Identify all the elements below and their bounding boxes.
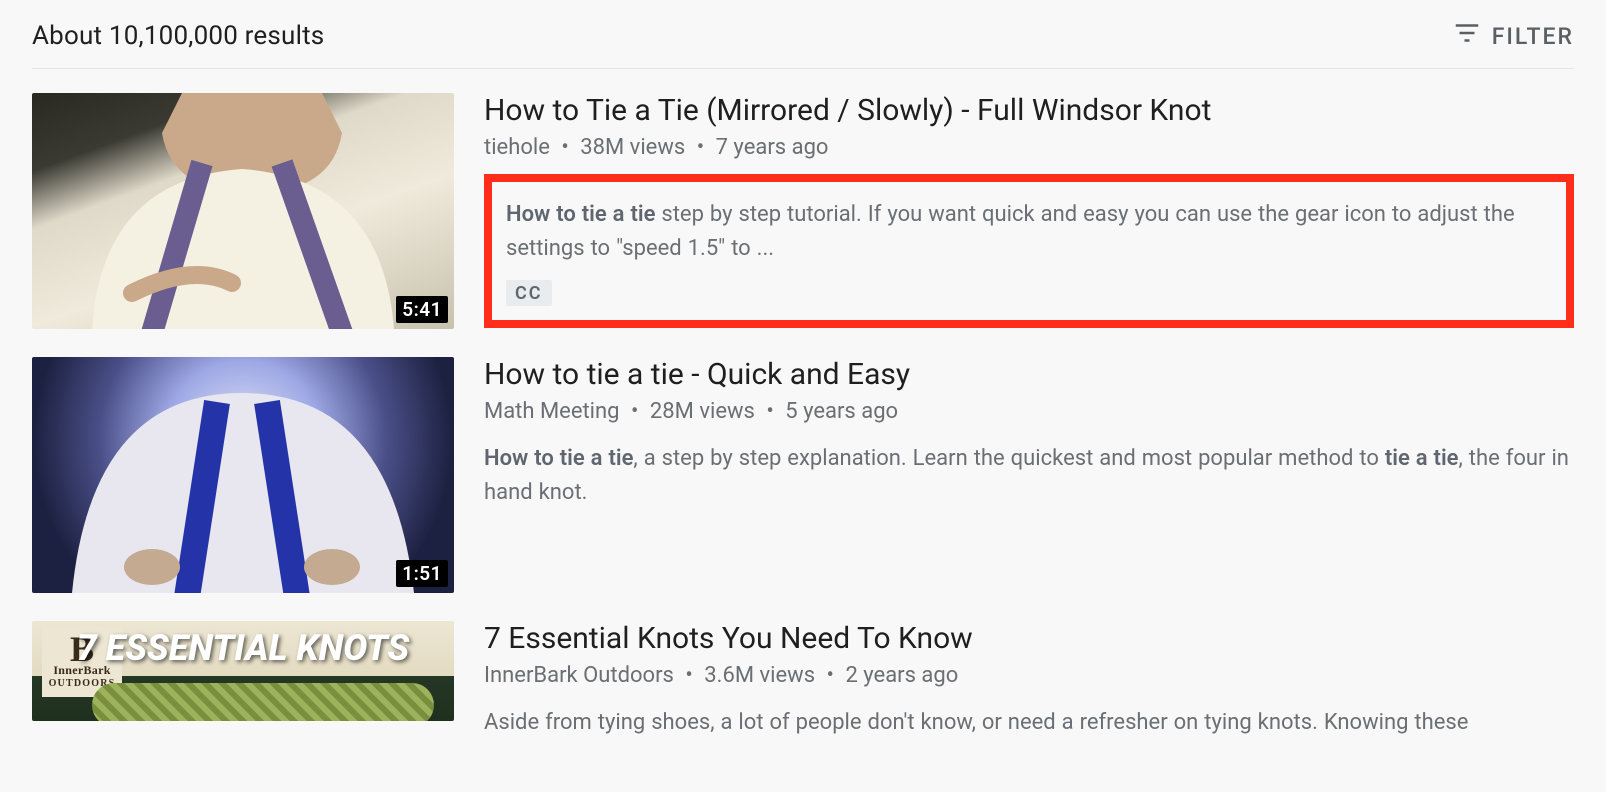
upload-age: 7 years ago [716, 135, 829, 160]
highlighted-annotation: How to tie a tie step by step tutorial. … [484, 174, 1574, 328]
view-count: 38M views [580, 135, 685, 160]
video-byline: InnerBark Outdoors • 3.6M views • 2 year… [484, 663, 1574, 688]
separator-dot: • [691, 135, 710, 160]
video-thumbnail[interactable]: 1:51 [32, 357, 454, 593]
view-count: 28M views [650, 399, 755, 424]
search-result-item[interactable]: 5:41 How to Tie a Tie (Mirrored / Slowly… [32, 93, 1574, 329]
channel-name[interactable]: Math Meeting [484, 399, 620, 424]
results-count: About 10,100,000 results [32, 21, 324, 51]
upload-age: 2 years ago [845, 663, 958, 688]
desc-text: , a step by step explanation. Learn the … [633, 446, 1384, 471]
thumbnail-overlay-text: 7 ESSENTIAL KNOTS [32, 627, 454, 669]
video-title[interactable]: How to Tie a Tie (Mirrored / Slowly) - F… [484, 93, 1574, 129]
video-title[interactable]: 7 Essential Knots You Need To Know [484, 621, 1574, 657]
video-byline: tiehole • 38M views • 7 years ago [484, 135, 1574, 160]
video-description: How to tie a tie, a step by step explana… [484, 442, 1574, 510]
separator-dot: • [760, 399, 779, 424]
desc-bold: tie a tie [1385, 446, 1459, 471]
separator-dot: • [821, 663, 840, 688]
video-title[interactable]: How to tie a tie - Quick and Easy [484, 357, 1574, 393]
filter-label: FILTER [1492, 23, 1574, 50]
cc-badge: CC [506, 280, 552, 306]
video-duration: 5:41 [396, 296, 448, 323]
channel-name[interactable]: InnerBark Outdoors [484, 663, 674, 688]
separator-dot: • [679, 663, 698, 688]
channel-name[interactable]: tiehole [484, 135, 550, 160]
desc-bold: How to tie a tie [484, 446, 633, 471]
desc-text: Aside from tying shoes, a lot of people … [484, 710, 1468, 735]
video-byline: Math Meeting • 28M views • 5 years ago [484, 399, 1574, 424]
knot-illustration [92, 683, 434, 721]
video-thumbnail[interactable]: 5:41 [32, 93, 454, 329]
video-thumbnail[interactable]: B InnerBark OUTDOORS 7 ESSENTIAL KNOTS [32, 621, 454, 721]
view-count: 3.6M views [704, 663, 815, 688]
filter-icon [1452, 18, 1482, 54]
video-description: How to tie a tie step by step tutorial. … [506, 198, 1548, 266]
upload-age: 5 years ago [785, 399, 898, 424]
desc-text: step by step tutorial. If you want quick… [506, 202, 1515, 261]
video-description: Aside from tying shoes, a lot of people … [484, 706, 1574, 740]
separator-dot: • [625, 399, 644, 424]
separator-dot: • [555, 135, 574, 160]
desc-bold: How to tie a tie [506, 202, 655, 227]
video-duration: 1:51 [396, 560, 448, 587]
search-result-item[interactable]: 1:51 How to tie a tie - Quick and Easy M… [32, 357, 1574, 593]
filter-button[interactable]: FILTER [1452, 18, 1574, 54]
search-result-item[interactable]: B InnerBark OUTDOORS 7 ESSENTIAL KNOTS 7… [32, 621, 1574, 740]
